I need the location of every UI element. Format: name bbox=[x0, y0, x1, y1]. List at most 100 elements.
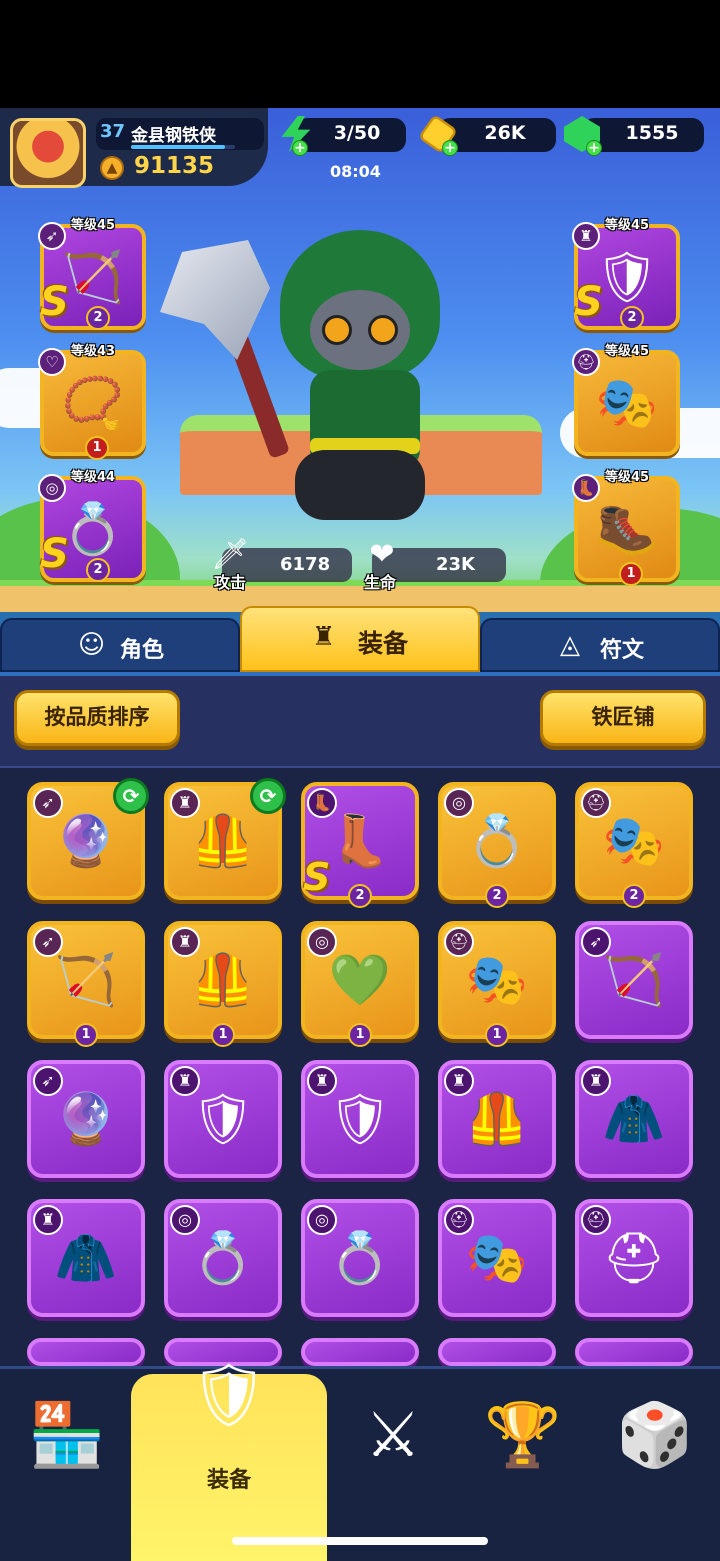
helmet-icon: ⛑ bbox=[572, 348, 600, 376]
star-count: 1 bbox=[348, 1023, 372, 1047]
blacksmith-button[interactable]: 铁匠铺 bbox=[540, 690, 706, 746]
status-bar bbox=[0, 0, 720, 108]
winged-crossbow-icon: 🏹 bbox=[61, 248, 125, 306]
inventory-item[interactable] bbox=[575, 1338, 693, 1366]
energy-timer: 08:04 bbox=[330, 162, 381, 181]
player-level: 37 bbox=[100, 121, 126, 142]
equipped-boots-slot[interactable]: 等级45 👢 🥾 1 bbox=[572, 470, 680, 586]
avatar[interactable] bbox=[10, 118, 86, 188]
blue-mask-icon: 🎭 bbox=[602, 812, 666, 870]
star-count: 2 bbox=[485, 884, 509, 908]
hero-cat[interactable] bbox=[280, 230, 440, 530]
green-ring-icon: 💚 bbox=[328, 951, 392, 1009]
sort-by-quality-button[interactable]: 按品质排序 bbox=[14, 690, 180, 746]
inventory-item[interactable]: ⛑ 🎭 bbox=[438, 1199, 556, 1317]
star-count: 2 bbox=[86, 306, 110, 330]
inventory-item[interactable]: ♜ 🦺 1 bbox=[164, 921, 282, 1047]
attack-label: 攻击 bbox=[214, 573, 247, 592]
inventory-item[interactable]: ⛑ ⛑ bbox=[575, 1199, 693, 1317]
rank-badge: S bbox=[40, 279, 69, 325]
hero-pants bbox=[295, 450, 425, 520]
power-icon: ▲ bbox=[100, 156, 124, 180]
teal-armor-icon: 🦺 bbox=[191, 812, 255, 870]
orange-armor-icon: 🧥 bbox=[602, 1090, 666, 1148]
sword-icon: 🗡 bbox=[210, 537, 250, 572]
hp-label: 生命 bbox=[364, 573, 397, 592]
tab-runes[interactable]: ◬ 符文 bbox=[480, 618, 720, 672]
star-count: 2 bbox=[622, 884, 646, 908]
lion-ring-icon: 💍 bbox=[61, 500, 125, 558]
trophy-icon[interactable]: 🏆 bbox=[478, 1390, 568, 1480]
rank-badge: S bbox=[574, 279, 603, 325]
star-count: 1 bbox=[85, 436, 109, 460]
coin-value: 26K bbox=[484, 122, 526, 144]
inventory-item[interactable]: ♜ 🧥 bbox=[27, 1199, 145, 1317]
rank-badge: S bbox=[40, 531, 69, 577]
inventory-item[interactable]: ♜ 🛡 bbox=[301, 1060, 419, 1178]
blue-staff-icon: 🔮 bbox=[54, 812, 118, 870]
inventory-item[interactable] bbox=[301, 1338, 419, 1366]
caped-armor-icon: 🛡 bbox=[328, 1090, 392, 1148]
gem-value: 1555 bbox=[625, 122, 679, 144]
equipped-weapon-slot[interactable]: 等级45 ➶ 🏹 S 2 bbox=[38, 218, 146, 330]
caped-armor-icon: 🛡 bbox=[191, 1090, 255, 1148]
equipped-necklace-slot[interactable]: 等级43 ♡ 📿 1 bbox=[38, 344, 146, 460]
star-count: 2 bbox=[86, 558, 110, 582]
gold-helmet-icon: ⛑ bbox=[602, 1229, 666, 1287]
tab-hero[interactable]: ☺ 角色 bbox=[0, 618, 240, 672]
dark-mask-icon: 🎭 bbox=[465, 951, 529, 1009]
board-game-icon[interactable]: 🎲 bbox=[610, 1390, 700, 1480]
star-count: 1 bbox=[619, 562, 643, 586]
teal-armor-icon: 🦺 bbox=[191, 951, 255, 1009]
inventory-item[interactable]: ◎ 💍 bbox=[301, 1199, 419, 1317]
inventory-item[interactable]: ➶ 🏹 1 bbox=[27, 921, 145, 1047]
xp-fill bbox=[131, 145, 225, 149]
inventory-item[interactable]: ⛑ 🎭 2 bbox=[575, 782, 693, 908]
teal-armor-icon: 🦺 bbox=[465, 1090, 529, 1148]
equipped-helmet-slot[interactable]: 等级45 ⛑ 🎭 bbox=[572, 344, 680, 456]
hero-eye bbox=[368, 315, 398, 345]
inventory-item[interactable]: ♜ 🛡 bbox=[164, 1060, 282, 1178]
attack-value: 6178 bbox=[280, 554, 331, 575]
inventory-item[interactable]: ♜ 🦺 ⟳ bbox=[164, 778, 286, 900]
add-gems-icon[interactable]: + bbox=[586, 140, 602, 156]
inventory-item[interactable] bbox=[438, 1338, 556, 1366]
inventory-item[interactable]: ➶ 🏹 bbox=[575, 921, 693, 1039]
inventory-item[interactable]: ⛑ 🎭 1 bbox=[438, 921, 556, 1047]
hero-axe bbox=[160, 240, 291, 460]
add-coins-icon[interactable]: + bbox=[442, 140, 458, 156]
inventory-item[interactable]: ♜ 🦺 bbox=[438, 1060, 556, 1178]
shop-icon[interactable]: 🏪 bbox=[22, 1390, 112, 1480]
inventory-item[interactable]: ◎ 💚 1 bbox=[301, 921, 419, 1047]
rune-icon: ◬ bbox=[560, 630, 580, 660]
star-ring-icon: 💍 bbox=[465, 812, 529, 870]
equipped-armor-slot[interactable]: 等级45 ♜ 🛡 S 2 bbox=[572, 218, 680, 330]
rank-badge: S bbox=[303, 855, 331, 899]
dark-mask-icon: 🎭 bbox=[465, 1229, 529, 1287]
orange-ring-icon: 💍 bbox=[328, 1229, 392, 1287]
refresh-icon[interactable]: ⟳ bbox=[250, 778, 286, 814]
add-energy-icon[interactable]: + bbox=[292, 140, 308, 156]
inventory-item[interactable] bbox=[27, 1338, 145, 1366]
refresh-icon[interactable]: ⟳ bbox=[113, 778, 149, 814]
inventory-item[interactable]: ◎ 💍 bbox=[164, 1199, 282, 1317]
bow-icon: ➶ bbox=[38, 222, 66, 250]
inventory-item[interactable]: ➶ 🔮 ⟳ bbox=[27, 778, 149, 900]
inventory-item[interactable]: ◎ 💍 2 bbox=[438, 782, 556, 908]
tab-hero-label: 角色 bbox=[120, 638, 165, 663]
tab-equipment[interactable]: ♜ 装备 bbox=[240, 606, 480, 672]
orange-armor-icon: 🧥 bbox=[54, 1229, 118, 1287]
equipped-ring-slot[interactable]: 等级44 ◎ 💍 S 2 bbox=[38, 470, 146, 582]
star-count: 1 bbox=[74, 1023, 98, 1047]
star-ring-icon: 💍 bbox=[191, 1229, 255, 1287]
inventory-item[interactable]: ♜ 🧥 bbox=[575, 1060, 693, 1178]
dark-armor-icon: 🛡 bbox=[595, 248, 659, 306]
teal-boots-icon: 🥾 bbox=[595, 500, 659, 558]
equipment-nav-icon[interactable]: 🛡 bbox=[184, 1350, 274, 1440]
battle-shield-icon[interactable]: ⚔ bbox=[348, 1390, 438, 1480]
armor-icon: ♜ bbox=[312, 622, 336, 652]
player-name: 金县钢铁侠 bbox=[131, 126, 216, 146]
home-indicator[interactable] bbox=[232, 1537, 488, 1545]
inventory-item[interactable]: ➶ 🔮 bbox=[27, 1060, 145, 1178]
inventory-item[interactable]: 👢 👢 S 2 bbox=[301, 782, 419, 908]
